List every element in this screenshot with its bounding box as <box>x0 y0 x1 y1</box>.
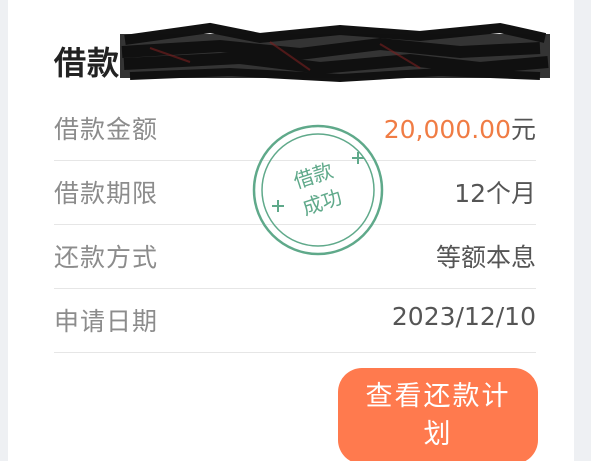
amount-number: 20,000.00 <box>383 115 511 144</box>
term-value: 12个月 <box>454 179 536 208</box>
term-label: 借款期限 <box>54 179 159 208</box>
page-title: 借款 <box>54 44 121 82</box>
repayment-method-label: 还款方式 <box>54 243 159 272</box>
amount-label: 借款金额 <box>54 115 159 144</box>
repayment-method-value: 等额本息 <box>435 243 536 272</box>
apply-date-value: 2023/12/10 <box>391 302 536 331</box>
apply-date-label: 申请日期 <box>54 307 159 336</box>
detail-row-apply-date: 申请日期 2023/12/10 <box>54 288 536 353</box>
loan-success-stamp-icon: 借款 成功 <box>252 124 384 256</box>
view-repayment-plan-button[interactable]: 查看还款计划 <box>338 368 538 461</box>
loan-detail-card: 借款 借款金额 20,000.00元 借款期限 12个月 还款方式 等额本息 申… <box>8 0 574 461</box>
amount-value: 20,000.00元 <box>384 110 536 146</box>
redaction-scribble <box>120 22 550 83</box>
amount-unit: 元 <box>510 115 536 144</box>
